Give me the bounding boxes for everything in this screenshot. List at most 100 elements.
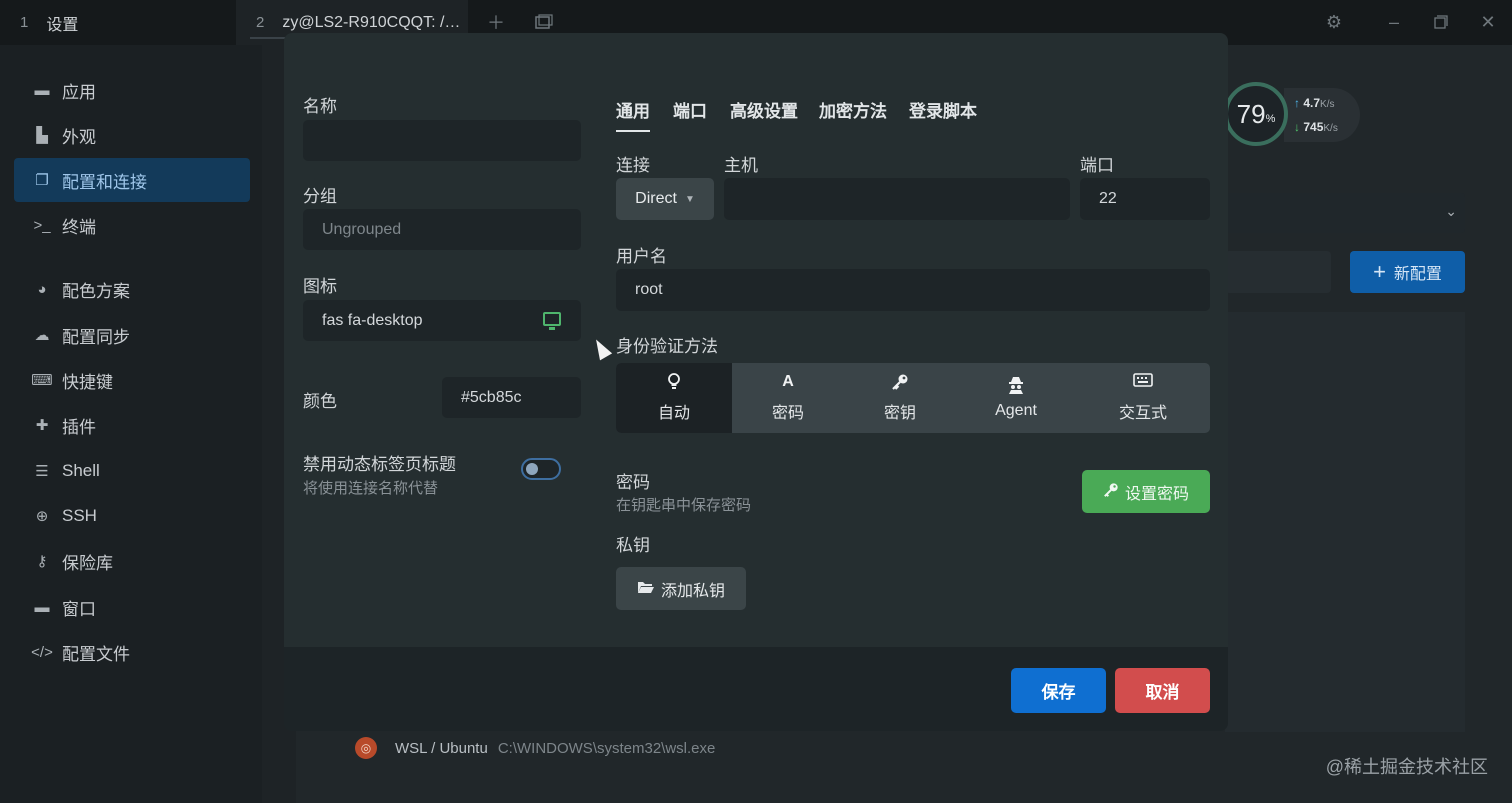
arrow-up-icon: ↑ [1294,96,1300,110]
sidebar-item-label: 应用 [62,82,96,102]
tab-general[interactable]: 通用 [616,97,650,132]
host-label: 主机 [724,156,758,175]
tab-ciphers[interactable]: 加密方法 [819,97,887,122]
caret-down-icon: ▼ [684,193,695,205]
keyboard-icon [1133,373,1153,395]
name-label: 名称 [303,97,337,116]
close-icon[interactable]: ✕ [1478,12,1498,32]
key-icon [1103,482,1119,502]
font-icon: A [782,373,794,390]
meter-value: 79 [1236,98,1266,129]
connection-select[interactable]: Direct ▼ [616,178,714,220]
code-icon: </> [31,643,53,661]
folder-open-icon [637,580,655,597]
tab-number: 2 [256,14,265,31]
auth-option-label: 自动 [657,405,690,422]
sidebar-item-appearance[interactable]: ▙ 外观 [14,113,250,157]
group-input[interactable]: Ungrouped [303,209,581,250]
network-speed-widget: ↑ 4.7K/s ↓ 745K/s [1284,88,1360,142]
sidebar-item-shell[interactable]: ☰ Shell [14,449,250,493]
profile-search-input[interactable] [1225,251,1331,293]
sidebar-item-profiles[interactable]: ❐ 配置和连接 [14,158,250,202]
port-input[interactable]: 22 [1080,178,1210,220]
sidebar-item-label: 保险库 [62,553,113,573]
host-input[interactable] [724,178,1070,220]
sidebar-item-label: 窗口 [62,599,96,619]
new-profile-button[interactable]: + 新配置 [1350,251,1465,293]
gear-icon[interactable]: ⚙ [1324,12,1344,32]
name-input[interactable] [303,120,581,161]
profile-filter-dropdown[interactable]: ⌄ [1225,193,1465,233]
sidebar-item-label: 配置和连接 [62,172,147,192]
sidebar-item-hotkeys[interactable]: ⌨ 快捷键 [14,358,250,402]
tab-number: 1 [20,14,29,31]
chevron-down-icon: ⌄ [1445,203,1457,219]
sidebar-item-config-file[interactable]: </> 配置文件 [14,630,250,674]
sidebar-item-color-scheme[interactable]: ◕ 配色方案 [14,267,250,311]
tab-advanced[interactable]: 高级设置 [730,97,798,122]
sidebar-item-label: 配置文件 [62,644,130,664]
sidebar-item-plugins[interactable]: ✚ 插件 [14,403,250,447]
auth-option-label: 密码 [771,405,804,422]
sidebar-item-app[interactable]: ▬ 应用 [14,68,250,112]
ubuntu-icon: ◎ [355,737,377,759]
auth-option-auto[interactable]: 自动 [616,363,732,433]
password-sub: 在钥匙串中保存密码 [616,497,752,514]
palette-icon: ◕ [37,280,47,298]
cpu-meter: 79% [1224,82,1288,146]
profile-path: C:\WINDOWS\system32\wsl.exe [497,739,716,757]
add-private-key-label: 添加私钥 [660,582,725,600]
sidebar-item-label: 终端 [62,217,96,237]
window-icon: ▬ [34,81,50,99]
sidebar-item-label: 快捷键 [62,372,113,392]
sidebar-item-sync[interactable]: ☁ 配置同步 [14,313,250,357]
minimize-icon[interactable]: – [1384,12,1404,32]
window-icon: ▬ [34,598,50,616]
auth-option-password[interactable]: A 密码 [732,363,844,433]
sidebar-item-terminal[interactable]: >_ 终端 [14,203,250,247]
auth-option-agent[interactable]: Agent [956,363,1076,433]
tab-login-scripts[interactable]: 登录脚本 [909,97,977,122]
auth-method-label: 身份验证方法 [616,337,718,356]
cloud-icon: ☁ [34,327,50,344]
auth-option-key[interactable]: 密钥 [844,363,956,433]
auth-option-interactive[interactable]: 交互式 [1076,363,1210,433]
plus-icon[interactable]: ＋ [486,12,506,33]
puzzle-icon: ✚ [35,417,49,434]
user-secret-icon [1008,376,1024,398]
toggle-knob [526,463,538,475]
profile-edit-modal: 名称 分组 Ungrouped 图标 fas fa-desktop 颜色 #5c… [284,33,1228,731]
tab-settings[interactable]: 1 设置 [20,0,78,45]
maximize-icon[interactable] [1431,12,1451,32]
icon-input[interactable]: fas fa-desktop [303,300,581,341]
connection-label: 连接 [616,156,650,175]
sidebar-item-ssh[interactable]: ⊕ SSH [14,494,250,538]
auth-option-label: Agent [995,402,1037,419]
upload-speed: ↑ 4.7K/s [1294,96,1335,110]
username-input[interactable]: root [616,269,1210,311]
sidebar-item-label: Shell [62,461,100,480]
color-input[interactable]: #5cb85c [442,377,581,418]
terminal-icon: >_ [33,216,51,234]
auth-option-label: 交互式 [1118,405,1167,422]
auth-option-label: 密钥 [883,405,916,422]
save-button[interactable]: 保存 [1011,668,1106,713]
sidebar: ▬ 应用 ▙ 外观 ❐ 配置和连接 >_ 终端 ◕ 配色方案 ☁ 配置同步 ⌨ 快捷键 ✚ 插件… [0,45,262,803]
sidebar-item-window[interactable]: ▬ 窗口 [14,585,250,629]
dynamic-title-toggle[interactable] [521,458,561,480]
add-private-key-button[interactable]: 添加私钥 [616,567,746,610]
lightbulb-icon [667,373,681,395]
dynamic-title-sub: 将使用连接名称代替 [303,480,439,497]
list-item[interactable]: ◎ WSL / Ubuntu C:\WINDOWS\system32\wsl.e… [355,733,715,763]
layout-icon[interactable] [534,12,554,32]
watermark: @稀土掘金技术社区 [1325,757,1488,777]
tab-ports[interactable]: 端口 [673,97,707,122]
auth-method-selector: 自动 A 密码 密钥 Agent 交互式 [616,363,1210,433]
password-label: 密码 [616,473,650,492]
set-password-button[interactable]: 设置密码 [1082,470,1210,513]
tab-label: 设置 [46,16,79,34]
sidebar-item-vault[interactable]: ⚷ 保险库 [14,539,250,583]
sidebar-item-label: 外观 [62,127,96,147]
private-key-label: 私钥 [616,536,650,555]
cancel-button[interactable]: 取消 [1115,668,1210,713]
